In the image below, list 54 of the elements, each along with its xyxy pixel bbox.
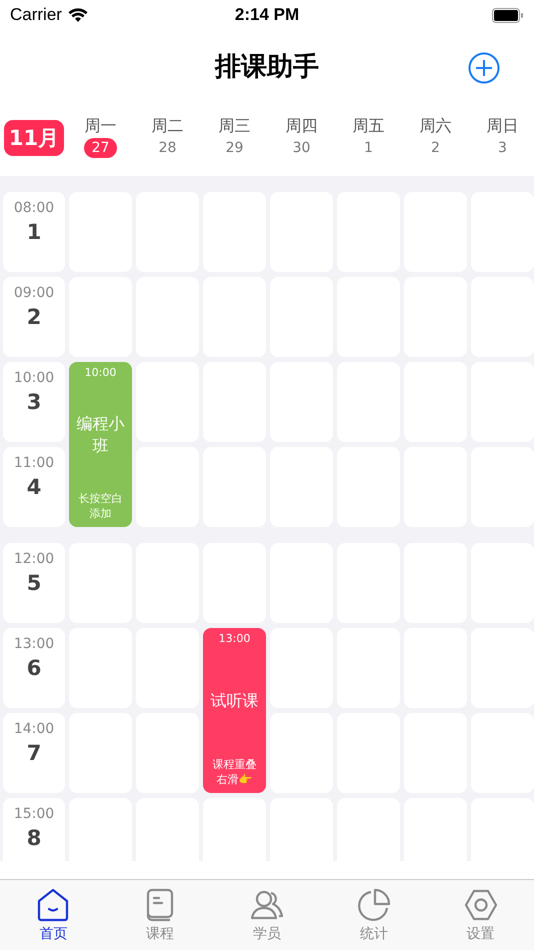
add-button[interactable] bbox=[468, 52, 500, 84]
course-time: 13:00 bbox=[218, 632, 250, 645]
weekday-label: 周一 bbox=[84, 116, 116, 137]
tab-item[interactable]: 学员 bbox=[214, 880, 320, 950]
weekday-label: 周三 bbox=[218, 116, 250, 137]
people-icon bbox=[250, 888, 284, 922]
course-card[interactable]: 13:00 试听课 课程重叠右滑👉 bbox=[203, 628, 266, 793]
date-label[interactable]: 27 bbox=[84, 138, 118, 158]
tab-item[interactable]: 课程 bbox=[106, 880, 214, 950]
period-time: 08:00 bbox=[14, 200, 54, 216]
date-label[interactable]: 28 bbox=[150, 138, 184, 158]
clock-time: 2:14 PM bbox=[234, 5, 300, 24]
wifi-icon bbox=[68, 8, 88, 22]
period-number: 7 bbox=[26, 741, 42, 765]
date-label[interactable]: 1 bbox=[356, 138, 381, 158]
weekday-label: 周五 bbox=[352, 116, 384, 137]
period-number: 2 bbox=[26, 305, 42, 329]
period-number: 3 bbox=[26, 390, 42, 414]
weekday-label: 周日 bbox=[486, 116, 518, 137]
settings-icon bbox=[464, 888, 498, 922]
battery-icon bbox=[492, 8, 524, 22]
weekday-label: 周四 bbox=[286, 116, 318, 137]
home-icon bbox=[36, 888, 70, 922]
add-icon bbox=[468, 52, 500, 84]
course-title: 编程小班 bbox=[76, 413, 126, 457]
period-number: 8 bbox=[26, 826, 42, 850]
period-number: 5 bbox=[26, 571, 42, 595]
weekday-label: 周六 bbox=[420, 116, 452, 137]
period-time: 11:00 bbox=[14, 455, 54, 471]
period-time: 13:00 bbox=[14, 636, 54, 652]
tab-item[interactable]: 统计 bbox=[320, 880, 428, 950]
app-title: 排课助手 bbox=[215, 50, 319, 84]
period-number: 4 bbox=[26, 475, 42, 499]
course-time: 10:00 bbox=[84, 366, 116, 379]
period-time: 09:00 bbox=[14, 285, 54, 301]
carrier-label: Carrier bbox=[10, 5, 62, 25]
date-label[interactable]: 29 bbox=[218, 138, 252, 158]
date-label[interactable]: 3 bbox=[490, 138, 515, 158]
tab-item[interactable]: 首页 bbox=[0, 880, 107, 950]
course-note: 课程重叠右滑👉 bbox=[212, 757, 258, 787]
date-label[interactable]: 2 bbox=[423, 138, 448, 158]
period-time: 15:00 bbox=[14, 806, 54, 822]
course-note: 长按空白添加 bbox=[78, 491, 124, 521]
pie-chart-icon bbox=[356, 888, 391, 922]
period-time: 14:00 bbox=[14, 721, 54, 737]
course-title: 试听课 bbox=[210, 690, 258, 712]
month-badge: 11月 bbox=[4, 120, 64, 156]
period-number: 6 bbox=[26, 656, 42, 680]
date-label[interactable]: 30 bbox=[284, 138, 318, 158]
period-number: 1 bbox=[26, 220, 42, 244]
period-time: 10:00 bbox=[14, 370, 54, 386]
tab-item[interactable]: 设置 bbox=[427, 880, 534, 950]
period-time: 12:00 bbox=[14, 551, 54, 567]
weekday-label: 周二 bbox=[152, 116, 184, 137]
